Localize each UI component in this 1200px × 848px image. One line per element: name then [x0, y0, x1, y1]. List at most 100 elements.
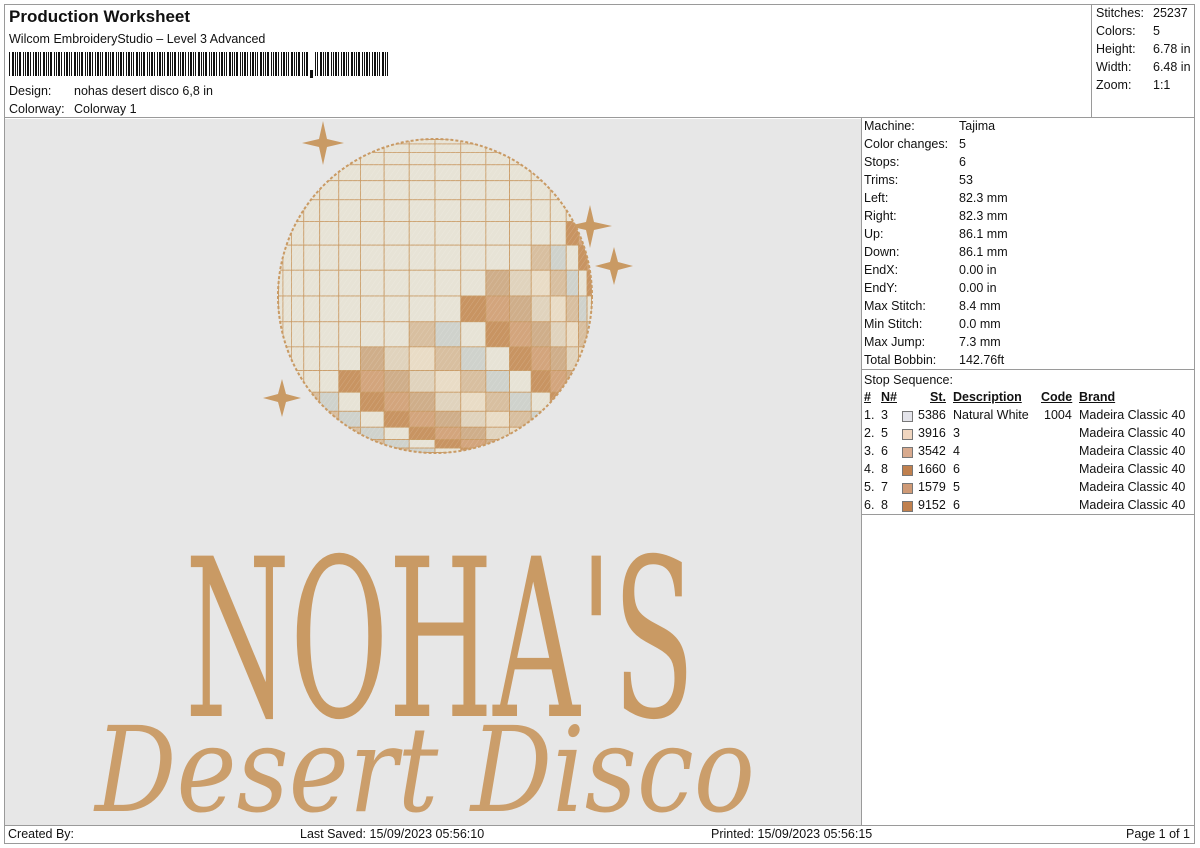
stat-value: 5 [1153, 24, 1160, 38]
page-number: Page 1 of 1 [1126, 827, 1190, 841]
stat-label: Height: [1096, 42, 1136, 56]
stat-value: 1:1 [1153, 78, 1171, 92]
color-swatch [902, 429, 913, 440]
property-value: 0.00 in [959, 281, 997, 295]
stitch-count: 5386 [918, 408, 946, 422]
property-value: 8.4 mm [959, 299, 1001, 313]
stat-label: Width: [1096, 60, 1132, 74]
stitch-count: 1660 [918, 462, 946, 476]
stitch-count: 3542 [918, 444, 946, 458]
property-row: Right: 82.3 mm [864, 209, 1008, 227]
thread-brand: Madeira Classic 40 [1079, 426, 1186, 440]
stop-sequence-title: Stop Sequence: [864, 373, 953, 387]
footer-divider [4, 825, 1195, 826]
property-label: Trims: [864, 173, 899, 187]
property-row: Stops: 6 [864, 155, 1008, 173]
property-row: Trims: 53 [864, 173, 1008, 191]
design-value: nohas desert disco 6,8 in [74, 84, 213, 98]
stop-index: 4. [864, 462, 875, 476]
stat-value: 25237 [1153, 6, 1188, 20]
col-number: N# [881, 390, 897, 404]
property-label: Right: [864, 209, 897, 223]
stop-index: 5. [864, 480, 875, 494]
sparkle-icon [302, 121, 344, 165]
thread-code: 1004 [1044, 408, 1072, 422]
stat-value: 6.78 in [1153, 42, 1191, 56]
design-preview: NOHA'S Desert Disco [5, 119, 861, 839]
property-label: Machine: [864, 119, 915, 133]
property-row: Min Stitch: 0.0 mm [864, 317, 1008, 335]
property-value: 53 [959, 173, 973, 187]
thread-brand: Madeira Classic 40 [1079, 408, 1186, 422]
property-label: Color changes: [864, 137, 949, 151]
property-value: 6 [959, 155, 966, 169]
script-text: Desert Disco [93, 701, 755, 825]
property-label: Max Jump: [864, 335, 926, 349]
stitch-count: 1579 [918, 480, 946, 494]
stat-width: Width: 6.48 in [1096, 60, 1191, 78]
property-value: Tajima [959, 119, 996, 133]
property-value: 0.0 mm [959, 317, 1001, 331]
thread-brand: Madeira Classic 40 [1079, 480, 1186, 494]
property-row: EndY: 0.00 in [864, 281, 1008, 299]
last-saved: Last Saved: 15/09/2023 05:56:10 [300, 827, 485, 841]
needle-number: 7 [881, 480, 888, 494]
color-swatch [902, 483, 913, 494]
property-label: EndX: [864, 263, 899, 277]
stat-colors: Colors: 5 [1096, 24, 1191, 42]
property-row: Max Jump: 7.3 mm [864, 335, 1008, 353]
sidebar-divider [861, 117, 862, 825]
stitch-count: 3916 [918, 426, 946, 440]
disco-ball-icon [278, 139, 592, 453]
property-value: 86.1 mm [959, 245, 1008, 259]
property-row: Machine: Tajima [864, 119, 1008, 137]
stat-label: Stitches: [1096, 6, 1144, 20]
stops-divider [862, 514, 1195, 515]
property-row: Max Stitch: 8.4 mm [864, 299, 1008, 317]
color-swatch [902, 447, 913, 458]
needle-number: 8 [881, 462, 888, 476]
needle-number: 8 [881, 498, 888, 512]
stat-zoom: Zoom: 1:1 [1096, 78, 1191, 96]
stat-label: Colors: [1096, 24, 1136, 38]
stat-height: Height: 6.78 in [1096, 42, 1191, 60]
property-row: Left: 82.3 mm [864, 191, 1008, 209]
created-by: Created By: [8, 827, 75, 841]
color-swatch [902, 411, 913, 422]
property-value: 82.3 mm [959, 191, 1008, 205]
property-label: Stops: [864, 155, 900, 169]
property-label: Left: [864, 191, 889, 205]
barcode [9, 52, 388, 78]
thread-description: 6 [953, 462, 960, 476]
stitch-count: 9152 [918, 498, 946, 512]
property-label: Down: [864, 245, 900, 259]
property-value: 7.3 mm [959, 335, 1001, 349]
stats-divider [1091, 4, 1092, 117]
sparkle-icon [263, 379, 301, 417]
software-name: Wilcom EmbroideryStudio – Level 3 Advanc… [9, 32, 266, 46]
property-row: Total Bobbin: 142.76ft [864, 353, 1008, 371]
stat-stitches: Stitches: 25237 [1096, 6, 1191, 24]
property-value: 5 [959, 137, 966, 151]
property-row: Down: 86.1 mm [864, 245, 1008, 263]
embroidery-artwork: NOHA'S Desert Disco [93, 121, 755, 839]
col-stitches: St. [930, 390, 946, 404]
machine-properties: Machine: Tajima Color changes: 5 Stops: 6 Trim… [864, 119, 1008, 371]
color-swatch [902, 501, 913, 512]
thread-description: 5 [953, 480, 960, 494]
col-description: Description [953, 390, 1022, 404]
property-row: EndX: 0.00 in [864, 263, 1008, 281]
property-label: Max Stitch: [864, 299, 926, 313]
property-label: Up: [864, 227, 884, 241]
property-value: 82.3 mm [959, 209, 1008, 223]
property-row: Color changes: 5 [864, 137, 1008, 155]
stat-value: 6.48 in [1153, 60, 1191, 74]
color-swatch [902, 465, 913, 476]
thread-description: 3 [953, 426, 960, 440]
property-value: 86.1 mm [959, 227, 1008, 241]
thread-description: 4 [953, 444, 960, 458]
property-value: 142.76ft [959, 353, 1005, 367]
thread-description: Natural White [953, 408, 1029, 422]
property-label: Min Stitch: [864, 317, 923, 331]
thread-brand: Madeira Classic 40 [1079, 498, 1186, 512]
